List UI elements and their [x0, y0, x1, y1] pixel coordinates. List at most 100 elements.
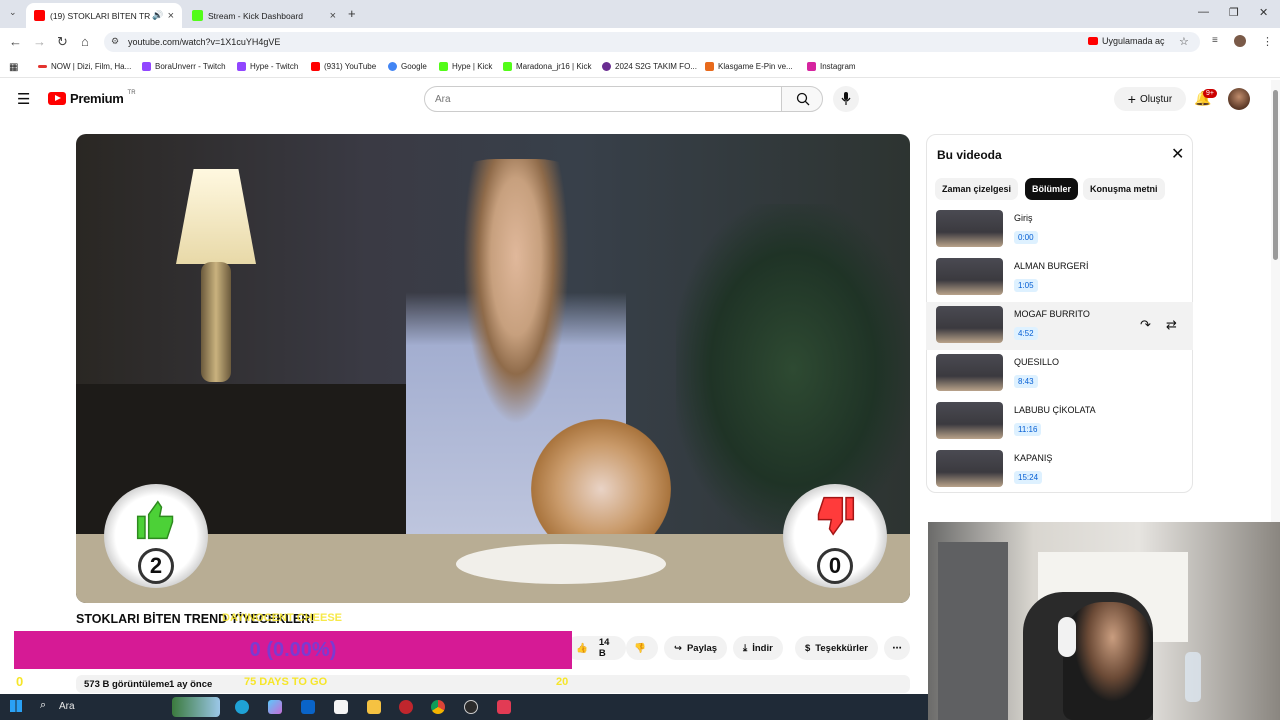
- bookmark-item[interactable]: Hype | Kick: [439, 62, 492, 71]
- dislike-button[interactable]: 👎: [626, 636, 658, 660]
- bookmark-item[interactable]: Klasgame E-Pin ve...: [705, 62, 793, 71]
- logo-text: Premium: [70, 91, 124, 106]
- search-input[interactable]: [424, 86, 782, 112]
- home-icon[interactable]: ⌂: [81, 34, 89, 49]
- copilot-icon[interactable]: [268, 700, 282, 714]
- chapter-item[interactable]: ALMAN BURGERİ 1:05: [926, 254, 1193, 302]
- reload-icon[interactable]: ↻: [57, 34, 68, 50]
- page-scrollbar[interactable]: [1271, 80, 1280, 522]
- youtube-favicon-icon: [34, 10, 45, 21]
- app-red-icon[interactable]: [399, 700, 413, 714]
- voice-search-button[interactable]: [833, 86, 859, 112]
- url-text[interactable]: youtube.com/watch?v=1X1cuYH4gVE: [128, 37, 280, 47]
- create-label: Oluştur: [1139, 93, 1173, 105]
- tab-search-chevron-icon[interactable]: ⌄: [9, 7, 17, 18]
- chapter-item[interactable]: Giriş 0:00: [926, 206, 1193, 254]
- minimize-icon[interactable]: —: [1198, 6, 1209, 18]
- chapter-item[interactable]: KAPANIŞ 15:24: [926, 446, 1193, 494]
- goal-days-left: 75 DAYS TO GO: [244, 676, 328, 688]
- youtube-premium-logo[interactable]: Premium TR: [48, 90, 136, 106]
- bookmark-star-icon[interactable]: ☆: [1179, 35, 1189, 48]
- site-info-icon[interactable]: ⚙: [111, 36, 119, 47]
- bookmark-item[interactable]: 2024 S2G TAKIM FO...: [602, 62, 697, 71]
- search-icon: [796, 92, 810, 106]
- kick-favicon-icon: [439, 62, 448, 71]
- bookmark-item[interactable]: Google: [388, 62, 427, 71]
- lamp-shade: [176, 169, 256, 264]
- bookmark-item[interactable]: Hype - Twitch: [237, 62, 298, 71]
- windows-start-icon[interactable]: [10, 700, 22, 712]
- forward-icon[interactable]: →: [33, 34, 46, 49]
- close-panel-icon[interactable]: ✕: [1171, 144, 1184, 164]
- repeat-chapter-icon[interactable]: ⇄: [1166, 317, 1177, 333]
- chapter-item-hovered[interactable]: MOGAF BURRITO 4:52 ↷ ⇄: [926, 302, 1193, 350]
- chrome-icon[interactable]: [431, 700, 445, 714]
- thanks-label: Teşekkürler: [815, 642, 868, 654]
- account-avatar[interactable]: [1228, 88, 1250, 110]
- share-chapter-icon[interactable]: ↷: [1140, 317, 1151, 333]
- like-count: 2: [149, 553, 163, 578]
- microphone-icon: [841, 92, 851, 105]
- like-count-label: 14 B: [598, 637, 610, 659]
- chapter-time[interactable]: 0:00: [1014, 231, 1038, 244]
- bookmark-item[interactable]: BoraUnverr - Twitch: [142, 62, 226, 71]
- tab-youtube[interactable]: (19) STOKLARI BİTEN TREN 🔊 ×: [26, 3, 182, 28]
- reading-list-icon[interactable]: ≡: [1212, 35, 1218, 46]
- browser-tab-strip: ⌄ (19) STOKLARI BİTEN TREN 🔊 × Stream - …: [0, 0, 1280, 28]
- back-icon[interactable]: ←: [9, 34, 22, 49]
- restore-icon[interactable]: ❐: [1229, 6, 1239, 19]
- google-favicon-icon: [388, 62, 397, 71]
- video-player[interactable]: 2 0: [76, 134, 910, 603]
- chapter-time[interactable]: 8:43: [1014, 375, 1038, 388]
- thanks-button[interactable]: $ Teşekkürler: [795, 636, 878, 660]
- twitch-favicon-icon: [237, 62, 246, 71]
- more-actions-button[interactable]: ⋯: [884, 636, 910, 660]
- scrollbar-thumb[interactable]: [1273, 90, 1278, 260]
- bookmark-item[interactable]: Instagram: [807, 62, 856, 71]
- chapter-time[interactable]: 11:16: [1014, 423, 1042, 436]
- browser-menu-icon[interactable]: ⋮: [1262, 35, 1273, 48]
- chapter-item[interactable]: QUESILLO 8:43: [926, 350, 1193, 398]
- open-in-app-button[interactable]: Uygulamada aç: [1088, 36, 1165, 46]
- chip-chapters[interactable]: Bölümler: [1025, 178, 1079, 200]
- close-tab-icon[interactable]: ×: [330, 10, 336, 22]
- view-count: 573 B görüntüleme: [84, 679, 170, 690]
- chapter-time[interactable]: 4:52: [1014, 327, 1038, 340]
- share-button[interactable]: ↪ Paylaş: [664, 636, 728, 660]
- hamburger-menu-icon[interactable]: ☰: [17, 90, 30, 108]
- open-in-app-label: Uygulamada aç: [1102, 36, 1165, 46]
- chapter-item[interactable]: LABUBU ÇİKOLATA 11:16: [926, 398, 1193, 446]
- create-button[interactable]: + Oluştur: [1114, 87, 1186, 111]
- edge-icon[interactable]: [235, 700, 249, 714]
- chapter-time[interactable]: 15:24: [1014, 471, 1043, 484]
- file-explorer-icon[interactable]: [367, 700, 381, 714]
- profile-avatar-icon[interactable]: [1234, 35, 1246, 47]
- obs-icon[interactable]: [464, 700, 478, 714]
- chip-timeline[interactable]: Zaman çizelgesi: [935, 178, 1019, 200]
- outlook-icon[interactable]: [301, 700, 315, 714]
- share-label: Paylaş: [686, 642, 718, 654]
- download-button[interactable]: ⤓ İndir: [733, 636, 783, 660]
- streamlabs-icon[interactable]: [497, 700, 511, 714]
- tab-kick[interactable]: Stream - Kick Dashboard ×: [184, 3, 344, 28]
- chapter-time[interactable]: 1:05: [1014, 279, 1038, 292]
- taskbar-widget-icon[interactable]: [172, 697, 220, 717]
- taskbar-search-icon[interactable]: ⌕: [40, 699, 46, 712]
- bookmark-item[interactable]: NOW | Dizi, Film, Ha...: [38, 62, 131, 71]
- panel-title: Bu videoda: [937, 148, 1002, 162]
- chapter-title: KAPANIŞ: [1014, 453, 1053, 463]
- bookmark-item[interactable]: (931) YouTube: [311, 62, 376, 71]
- close-window-icon[interactable]: ✕: [1259, 6, 1268, 19]
- close-tab-icon[interactable]: ×: [168, 10, 174, 22]
- search-button[interactable]: [781, 86, 823, 112]
- bookmarks-bar: ▦ NOW | Dizi, Film, Ha... BoraUnverr - T…: [0, 56, 1280, 78]
- description-box[interactable]: 573 B görüntüleme 1 ay önce: [76, 675, 910, 693]
- apps-grid-icon[interactable]: ▦: [9, 62, 18, 73]
- youtube-play-logo-icon: [48, 92, 66, 105]
- bookmark-item[interactable]: Maradona_jr16 | Kick: [503, 62, 591, 71]
- taskbar-search-label[interactable]: Ara: [59, 701, 75, 712]
- new-tab-icon[interactable]: +: [348, 6, 356, 21]
- like-button[interactable]: 👍 14 B: [566, 636, 626, 660]
- store-icon[interactable]: [334, 700, 348, 714]
- chip-transcript[interactable]: Konuşma metni: [1083, 178, 1165, 200]
